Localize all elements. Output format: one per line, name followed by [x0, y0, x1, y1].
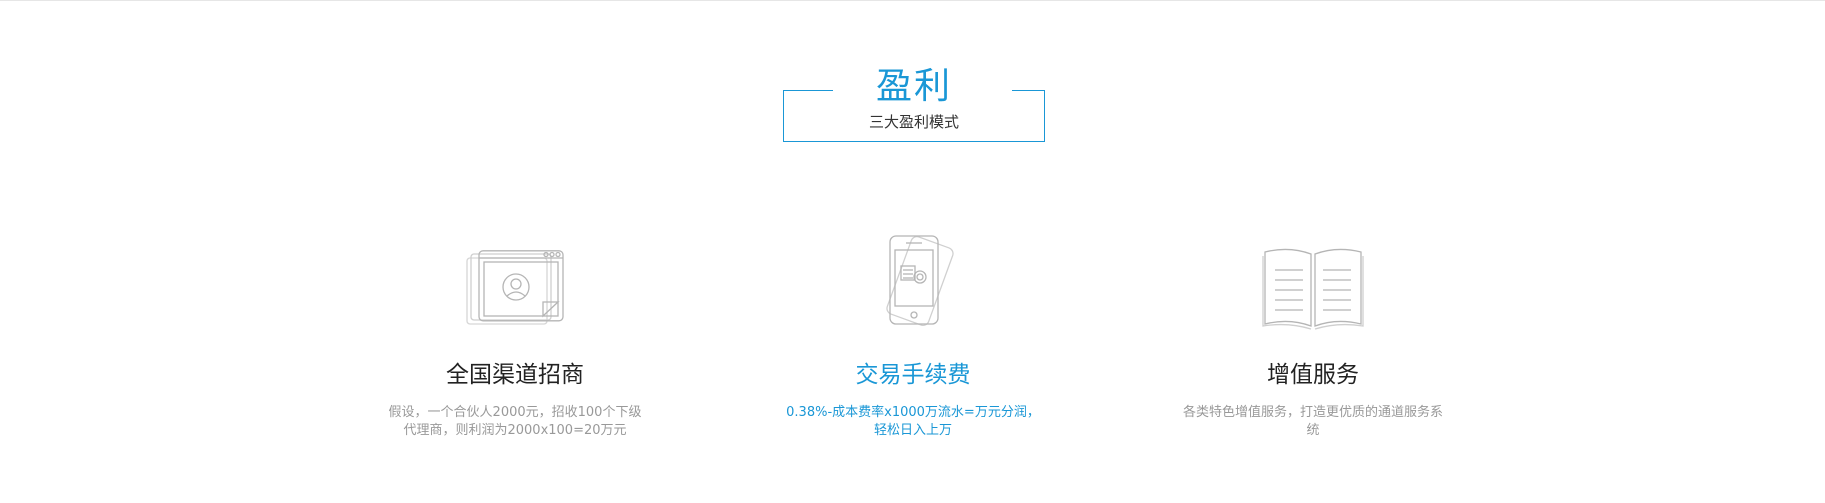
mobile-payment-icon [763, 230, 1063, 330]
section-heading: 盈利 三大盈利模式 [783, 67, 1045, 142]
feature-value-added-services[interactable]: 增值服务 各类特色增值服务，打造更优质的通道服务系统 [1163, 230, 1463, 440]
section-subtitle: 三大盈利模式 [868, 113, 959, 131]
feature-title: 增值服务 [1267, 362, 1359, 388]
section-title: 盈利 [875, 66, 952, 107]
feature-channel-recruitment[interactable]: 全国渠道招商 假设，一个合伙人2000元，招收100个下级代理商，则利润为200… [365, 230, 665, 440]
agent-window-icon [365, 230, 665, 330]
feature-title: 全国渠道招商 [446, 362, 584, 388]
feature-description: 假设，一个合伙人2000元，招收100个下级代理商，则利润为2000x100=2… [388, 405, 642, 438]
open-book-icon [1163, 230, 1463, 330]
feature-transaction-fee[interactable]: 交易手续费 0.38%-成本费率x1000万流水=万元分润，轻松日入上万 [763, 230, 1063, 440]
feature-title: 交易手续费 [855, 362, 971, 388]
feature-description: 各类特色增值服务，打造更优质的通道服务系统 [1183, 405, 1444, 438]
top-divider [0, 0, 1825, 1]
feature-description: 0.38%-成本费率x1000万流水=万元分润，轻松日入上万 [786, 405, 1040, 438]
